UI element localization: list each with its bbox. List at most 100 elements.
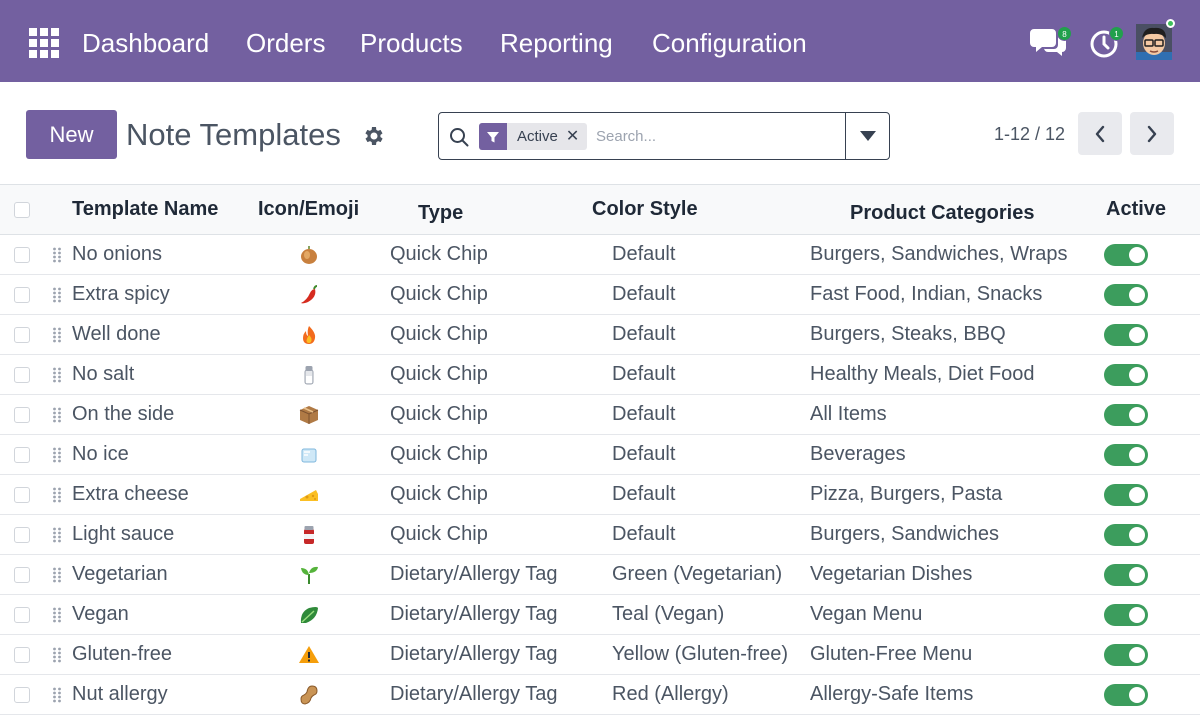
template-name-cell[interactable]: Well done xyxy=(44,315,252,355)
template-name-cell[interactable]: On the side xyxy=(44,395,252,435)
table-row[interactable]: Light sauce Quick Chip Default Burgers, San… xyxy=(0,515,1200,555)
active-toggle[interactable] xyxy=(1104,603,1148,626)
active-toggle[interactable] xyxy=(1104,243,1148,266)
template-name-cell[interactable]: Nut allergy xyxy=(44,675,252,715)
row-checkbox[interactable] xyxy=(14,486,30,503)
column-header-icon-emoji[interactable]: Icon/Emoji xyxy=(252,185,384,235)
table-row[interactable]: On the side Quick Chip Default All Items xyxy=(0,395,1200,435)
color-style-cell: Default xyxy=(612,403,676,425)
app-menu-icon[interactable] xyxy=(29,28,59,58)
active-cell xyxy=(1088,555,1200,595)
drag-handle-icon[interactable] xyxy=(52,367,62,383)
drag-handle-icon[interactable] xyxy=(52,687,62,703)
row-checkbox[interactable] xyxy=(14,606,30,623)
drag-handle-icon[interactable] xyxy=(52,407,62,423)
activity-button[interactable]: 1 xyxy=(1087,26,1124,60)
table-row[interactable]: Vegetarian Dietary/Allergy Tag Green (Vege… xyxy=(0,555,1200,595)
drag-handle-icon[interactable] xyxy=(52,647,62,663)
nav-item-configuration[interactable]: Configuration xyxy=(652,27,807,59)
row-checkbox[interactable] xyxy=(14,646,30,663)
drag-handle-icon[interactable] xyxy=(52,247,62,263)
gear-icon[interactable] xyxy=(361,124,385,148)
pager-next-button[interactable] xyxy=(1130,112,1174,155)
select-all-checkbox[interactable] xyxy=(14,201,30,218)
search-options-toggle[interactable] xyxy=(845,113,890,159)
active-toggle[interactable] xyxy=(1104,403,1148,426)
caret-down-icon xyxy=(860,131,876,141)
drag-handle-icon[interactable] xyxy=(52,487,62,503)
nav-item-orders[interactable]: Orders xyxy=(246,27,325,59)
active-toggle[interactable] xyxy=(1104,363,1148,386)
template-name-cell[interactable]: Extra cheese xyxy=(44,475,252,515)
table-row[interactable]: Extra cheese Quick Chip Default Pizza, Burg… xyxy=(0,475,1200,515)
search-icon[interactable] xyxy=(449,127,469,147)
template-name-cell[interactable]: Gluten-free xyxy=(44,635,252,675)
cheese-icon xyxy=(298,483,320,505)
icon-cell xyxy=(252,395,384,435)
table-row[interactable]: Extra spicy Quick Chip Default Fast Food, I… xyxy=(0,275,1200,315)
messages-count-badge: 8 xyxy=(1057,26,1072,41)
active-toggle[interactable] xyxy=(1104,283,1148,306)
table-row[interactable]: No onions Quick Chip Default Burgers, Sandw… xyxy=(0,235,1200,275)
active-toggle[interactable] xyxy=(1104,643,1148,666)
template-name-cell[interactable]: Vegan xyxy=(44,595,252,635)
template-name-cell[interactable]: Light sauce xyxy=(44,515,252,555)
pager-previous-button[interactable] xyxy=(1078,112,1122,155)
active-toggle[interactable] xyxy=(1104,323,1148,346)
active-filter-facet: Active ✕ xyxy=(479,123,588,150)
search-input[interactable] xyxy=(596,123,842,150)
nav-item-dashboard[interactable]: Dashboard xyxy=(82,27,209,59)
product-categories-cell: Burgers, Steaks, BBQ xyxy=(810,323,1006,345)
icon-cell xyxy=(252,275,384,315)
table-row[interactable]: Vegan Dietary/Allergy Tag Teal (Vegan) Vega… xyxy=(0,595,1200,635)
table-row[interactable]: No ice Quick Chip Default Beverages xyxy=(0,435,1200,475)
top-navbar: Dashboard Orders Products Reporting Conf… xyxy=(0,0,1200,82)
column-header-active[interactable]: Active xyxy=(1088,185,1200,235)
template-name-cell[interactable]: Vegetarian xyxy=(44,555,252,595)
active-toggle[interactable] xyxy=(1104,563,1148,586)
row-checkbox[interactable] xyxy=(14,446,30,463)
row-checkbox[interactable] xyxy=(14,286,30,303)
row-checkbox[interactable] xyxy=(14,366,30,383)
table-row[interactable]: Nut allergy Dietary/Allergy Tag Red (Aller… xyxy=(0,675,1200,715)
row-checkbox[interactable] xyxy=(14,566,30,583)
active-cell xyxy=(1088,595,1200,635)
drag-handle-icon[interactable] xyxy=(52,447,62,463)
column-header-template-name[interactable]: Template Name xyxy=(44,185,252,235)
messages-button[interactable]: 8 xyxy=(1030,26,1072,58)
row-checkbox[interactable] xyxy=(14,326,30,343)
drag-handle-icon[interactable] xyxy=(52,327,62,343)
row-checkbox[interactable] xyxy=(14,526,30,543)
drag-handle-icon[interactable] xyxy=(52,287,62,303)
active-cell xyxy=(1088,395,1200,435)
template-name-cell[interactable]: No salt xyxy=(44,355,252,395)
column-header-type[interactable]: Type xyxy=(384,185,590,235)
drag-handle-icon[interactable] xyxy=(52,567,62,583)
active-toggle[interactable] xyxy=(1104,483,1148,506)
row-checkbox[interactable] xyxy=(14,406,30,423)
column-header-product-categories[interactable]: Product Categories xyxy=(810,185,1088,235)
pager-value[interactable]: 1-12 / 12 xyxy=(994,122,1065,146)
nav-item-products[interactable]: Products xyxy=(360,27,463,59)
type-cell: Dietary/Allergy Tag xyxy=(390,643,558,665)
active-toggle[interactable] xyxy=(1104,443,1148,466)
table-row[interactable]: Well done Quick Chip Default Burgers, Steak… xyxy=(0,315,1200,355)
drag-handle-icon[interactable] xyxy=(52,527,62,543)
user-avatar[interactable] xyxy=(1136,24,1172,60)
row-checkbox[interactable] xyxy=(14,246,30,263)
active-toggle[interactable] xyxy=(1104,683,1148,706)
drag-handle-icon[interactable] xyxy=(52,607,62,623)
nav-item-reporting[interactable]: Reporting xyxy=(500,27,613,59)
template-name-cell[interactable]: Extra spicy xyxy=(44,275,252,315)
active-cell xyxy=(1088,235,1200,275)
remove-facet-icon[interactable]: ✕ xyxy=(566,128,579,145)
template-name: Vegan xyxy=(72,603,129,625)
template-name-cell[interactable]: No ice xyxy=(44,435,252,475)
template-name-cell[interactable]: No onions xyxy=(44,235,252,275)
column-header-color-style[interactable]: Color Style xyxy=(590,185,810,235)
active-toggle[interactable] xyxy=(1104,523,1148,546)
table-row[interactable]: No salt Quick Chip Default Healthy Meals, D… xyxy=(0,355,1200,395)
row-checkbox[interactable] xyxy=(14,686,30,703)
table-row[interactable]: Gluten-free Dietary/Allergy Tag Yellow (Gl… xyxy=(0,635,1200,675)
new-button[interactable]: New xyxy=(26,110,117,159)
